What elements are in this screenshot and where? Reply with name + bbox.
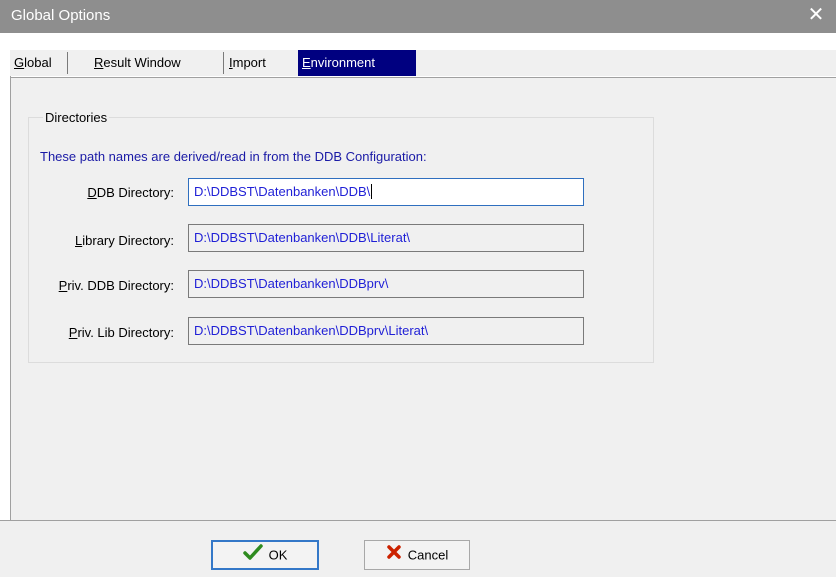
environment-panel: Directories These path names are derived…	[10, 76, 836, 521]
priv-lib-directory-value: D:\DDBST\Datenbanken\DDBprv\Literat\	[194, 323, 429, 338]
tab-result-window-label: esult Window	[103, 55, 181, 70]
button-bar: OK Cancel	[0, 520, 836, 577]
ddb-directory-field[interactable]: D:\DDBST\Datenbanken\DDB\	[188, 178, 584, 206]
window-title: Global Options	[11, 7, 111, 24]
tab-result-window-accel: R	[94, 55, 104, 70]
priv-lib-directory-label: Priv. Lib Directory:	[68, 325, 174, 340]
tab-import-label: mport	[232, 55, 266, 70]
tab-environment[interactable]: Environment	[298, 50, 416, 76]
library-directory-label: Library Directory:	[75, 233, 174, 248]
tab-result-window[interactable]: Result Window	[90, 52, 224, 74]
close-button[interactable]: ✕	[796, 0, 836, 33]
cancel-x-icon	[386, 542, 402, 570]
cancel-button[interactable]: Cancel	[364, 540, 470, 570]
tab-environment-accel: E	[302, 55, 311, 70]
tab-global[interactable]: Global	[10, 52, 68, 74]
panel-divider	[10, 77, 836, 78]
priv-ddb-directory-label: Priv. DDB Directory:	[58, 278, 174, 293]
priv-ddb-directory-field[interactable]: D:\DDBST\Datenbanken\DDBprv\	[188, 270, 584, 298]
ok-button[interactable]: OK	[211, 540, 319, 570]
title-bar[interactable]: Global Options ✕	[0, 0, 836, 33]
priv-lib-directory-field[interactable]: D:\DDBST\Datenbanken\DDBprv\Literat\	[188, 317, 584, 345]
ok-button-label: OK	[268, 547, 288, 563]
text-caret	[371, 184, 373, 199]
ddb-directory-value: D:\DDBST\Datenbanken\DDB\	[194, 184, 371, 199]
directories-info-text: These path names are derived/read in fro…	[40, 149, 427, 164]
priv-ddb-directory-value: D:\DDBST\Datenbanken\DDBprv\	[194, 276, 389, 291]
directories-group-title: Directories	[43, 110, 110, 125]
panel-left-border	[10, 76, 11, 520]
tab-global-accel: G	[14, 55, 25, 70]
close-icon: ✕	[807, 4, 825, 26]
ddb-directory-label: DDB Directory:	[87, 185, 174, 200]
checkmark-icon	[242, 543, 263, 569]
cancel-button-label: Cancel	[407, 547, 449, 563]
library-directory-field[interactable]: D:\DDBST\Datenbanken\DDB\Literat\	[188, 224, 584, 252]
tab-bar: Global Result Window Import Environment	[10, 50, 836, 76]
tab-environment-label: nvironment	[310, 55, 375, 70]
tab-global-label: lobal	[24, 55, 52, 70]
library-directory-value: D:\DDBST\Datenbanken\DDB\Literat\	[194, 230, 411, 245]
tab-import[interactable]: Import	[225, 52, 299, 74]
